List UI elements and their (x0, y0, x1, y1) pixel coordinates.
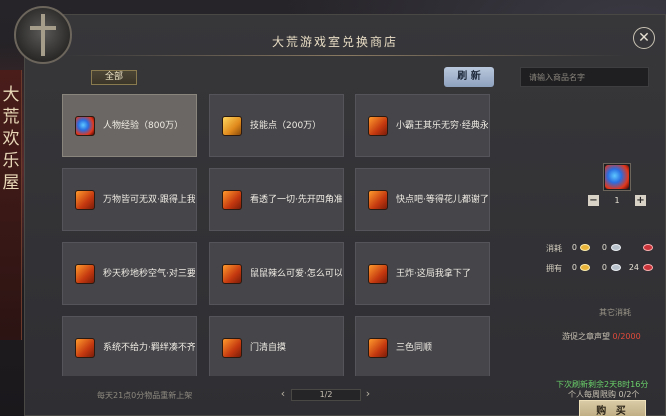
reputation-cost: 游促之章声望 0/2000 (562, 331, 641, 342)
item-name: 门清自摸 (250, 343, 287, 353)
silver-coin-icon (611, 244, 621, 251)
exp-orb-icon (75, 116, 95, 136)
item-card[interactable]: 系统不给力·羁绊凑不齐 (62, 316, 197, 376)
item-name: 系统不给力·羁绊凑不齐 (103, 343, 195, 353)
search-input[interactable] (520, 67, 649, 87)
buy-button[interactable]: 购 买 (579, 400, 646, 416)
item-name: 看透了一切·先开四角准 (250, 195, 342, 205)
gift-box-icon (368, 338, 388, 358)
shop-title: 大荒游戏室兑换商店 (271, 35, 398, 49)
item-card[interactable]: 小霸王其乐无穷·经典永 (355, 94, 490, 157)
reputation-label: 游促之章声望 (562, 332, 613, 341)
page-prev-button[interactable]: ‹ (278, 388, 288, 400)
gift-box-icon (368, 190, 388, 210)
cost-silver-value: 0 (601, 243, 607, 252)
page-next-button[interactable]: › (363, 388, 373, 400)
gift-box-icon (368, 264, 388, 284)
refresh-button[interactable]: 刷 新 (444, 67, 494, 87)
item-card[interactable]: 王炸·这局我拿下了 (355, 242, 490, 305)
item-name: 王炸·这局我拿下了 (396, 269, 471, 279)
gift-box-icon (222, 338, 242, 358)
own-gold-value: 0 (571, 263, 577, 272)
item-card[interactable]: 鼠鼠辣么可爱·怎么可以 (209, 242, 344, 305)
own-red-value: 24 (628, 263, 639, 272)
item-name: 万物皆可无双·跟得上我 (103, 195, 195, 205)
item-card[interactable]: 技能点（200万） (209, 94, 344, 157)
purchase-limit: 个人每周限购 0/2个 (568, 390, 640, 399)
restock-note: 每天21点0分物品重新上架 (97, 391, 193, 400)
gift-box-icon (75, 338, 95, 358)
gift-box-icon (75, 190, 95, 210)
item-card[interactable]: 看透了一切·先开四角准 (209, 168, 344, 231)
item-card[interactable]: 门清自摸 (209, 316, 344, 376)
red-token-icon (643, 244, 653, 251)
reputation-value: 0/2000 (612, 332, 641, 341)
item-name: 秒天秒地秒空气·对三要 (103, 269, 195, 279)
item-name: 技能点（200万） (250, 121, 322, 131)
gift-box-icon (222, 190, 242, 210)
own-silver-value: 0 (601, 263, 607, 272)
shop-panel: 大荒游戏室兑换商店 ✕ 全部 刷 新 人物经验（800万） 技能点（200万） … (24, 14, 666, 416)
tab-all[interactable]: 全部 (91, 70, 137, 85)
exp-orb-icon (605, 165, 629, 189)
skill-point-icon (222, 116, 242, 136)
item-card[interactable]: 万物皆可无双·跟得上我 (62, 168, 197, 231)
item-name: 鼠鼠辣么可爱·怎么可以 (250, 269, 342, 279)
sword-guard (30, 26, 56, 30)
item-card[interactable]: 快点吧·等得花儿都谢了 (355, 168, 490, 231)
chevron-left-icon: ‹ (280, 387, 286, 400)
chevron-right-icon: › (365, 387, 371, 400)
item-name: 三色同顺 (396, 343, 433, 353)
side-banner-title: 大荒欢乐屋 (2, 85, 20, 193)
quantity-decrease-button[interactable]: − (588, 195, 599, 206)
gift-box-icon (75, 264, 95, 284)
gift-box-icon (222, 264, 242, 284)
item-card[interactable]: 三色同顺 (355, 316, 490, 376)
item-card[interactable]: 人物经验（800万） (62, 94, 197, 157)
other-cost-label: 其它消耗 (599, 308, 631, 317)
item-name: 小霸王其乐无穷·经典永 (396, 121, 488, 131)
red-token-icon (643, 264, 653, 271)
item-card[interactable]: 秒天秒地秒空气·对三要 (62, 242, 197, 305)
cost-gold-value: 0 (571, 243, 577, 252)
quantity-value: 1 (614, 196, 620, 205)
quantity-increase-button[interactable]: + (635, 195, 646, 206)
page-indicator: 1/2 (291, 389, 361, 401)
close-button[interactable]: ✕ (633, 27, 655, 49)
gift-box-icon (368, 116, 388, 136)
item-grid: 人物经验（800万） 技能点（200万） 小霸王其乐无穷·经典永 万物皆可无双·… (62, 94, 492, 376)
close-icon: ✕ (638, 30, 650, 46)
item-name: 快点吧·等得花儿都谢了 (396, 195, 488, 205)
item-name: 人物经验（800万） (103, 121, 184, 131)
title-divider (65, 55, 625, 56)
sword-icon (41, 14, 45, 56)
